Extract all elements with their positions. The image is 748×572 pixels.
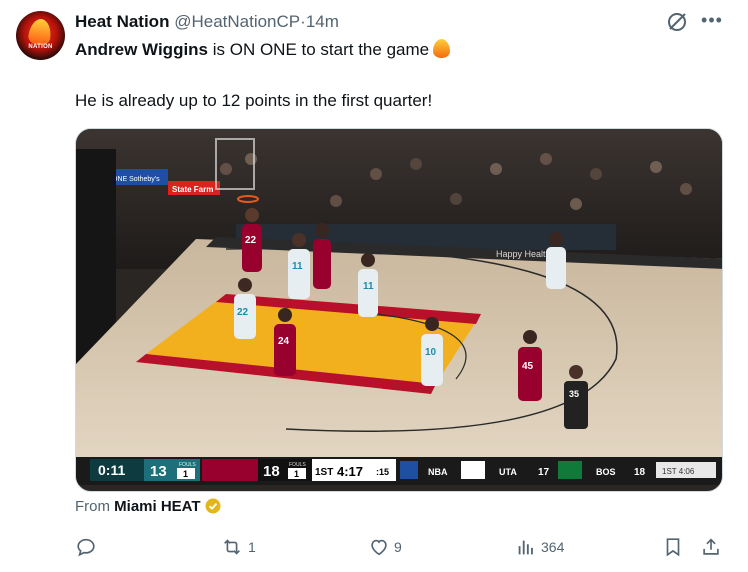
game-clock: 4:17: [337, 464, 363, 479]
author-name[interactable]: Heat Nation: [75, 12, 169, 31]
jersey-10-hornets: 10: [425, 347, 437, 358]
source-prefix: From: [75, 498, 115, 515]
away-fouls: 1: [294, 469, 299, 479]
bookmark-icon: [666, 538, 680, 557]
author-handle[interactable]: @HeatNationCP: [174, 12, 300, 31]
period: 1ST: [315, 467, 333, 478]
source-name[interactable]: Miami HEAT: [114, 498, 200, 515]
jersey-11-hornets-b: 11: [363, 281, 374, 292]
retweet-icon: [224, 539, 240, 555]
basketball-broadcast-frame: ONE Sotheby's State Farm Happy Health 22…: [76, 129, 722, 485]
share-icon: [703, 538, 719, 555]
bookmark-button[interactable]: [662, 534, 684, 558]
ad-board-statefarm-text: State Farm: [172, 185, 213, 194]
views-button[interactable]: 364: [515, 534, 564, 558]
more-options-icon[interactable]: •••: [700, 10, 724, 34]
other-game-away: UTA: [499, 467, 517, 477]
share-button[interactable]: [700, 534, 722, 558]
away-fouls-label: FOULS: [289, 462, 306, 468]
jersey-35-referee: 35: [569, 389, 579, 399]
mention-bold: Andrew Wiggins: [75, 40, 209, 59]
home-score: 13: [150, 463, 167, 480]
source-attribution: From Miami HEAT: [75, 498, 221, 515]
flame-logo-icon: [27, 17, 53, 47]
ad-board-sothebys-text: ONE Sotheby's: [112, 176, 160, 183]
tweet-text-rest: is ON ONE to start the game: [208, 40, 430, 59]
avatar-logo-text: NATION: [28, 44, 53, 50]
grok-icon[interactable]: [665, 10, 689, 34]
other-game-status: 1ST 4:06: [662, 467, 695, 476]
tweet-timestamp[interactable]: 14m: [306, 12, 339, 31]
views-count: 364: [541, 539, 565, 556]
verified-gold-badge-icon: [205, 498, 221, 514]
author-avatar[interactable]: NATION: [16, 11, 65, 60]
tweet-text-line-2: He is already up to 12 points in the fir…: [75, 91, 433, 110]
home-fouls-label: FOULS: [179, 462, 196, 468]
home-fouls: 1: [183, 469, 188, 479]
scoreboard-bug: 0:11 13 FOULS 1 18 FOULS 1 1ST 4:17 :15 …: [76, 457, 722, 485]
retweet-button[interactable]: 1: [220, 534, 256, 558]
network-label: NBA: [428, 467, 448, 477]
other-game-away-score: 17: [538, 467, 550, 478]
reply-button[interactable]: [75, 534, 101, 558]
like-button[interactable]: 9: [368, 534, 402, 558]
heart-icon: [371, 540, 387, 556]
jersey-45-heat: 45: [522, 361, 534, 372]
jersey-22-hornets: 22: [237, 307, 249, 318]
other-game-home-score: 18: [634, 467, 646, 478]
tweet-video[interactable]: ONE Sotheby's State Farm Happy Health 22…: [75, 128, 723, 492]
fire-emoji-icon: [433, 39, 451, 58]
reply-icon: [77, 539, 95, 557]
jersey-11-hornets: 11: [292, 261, 303, 272]
shot-clock: 0:11: [98, 462, 125, 478]
retweet-count: 1: [248, 539, 256, 556]
tweet-text-line-1: Andrew Wiggins is ON ONE to start the ga…: [75, 39, 451, 61]
like-count: 9: [394, 539, 402, 556]
tweet-header: Heat Nation @HeatNationCP·14m: [75, 12, 339, 32]
other-game-home: BOS: [596, 467, 616, 477]
baseline-sign-text: Happy Health: [496, 249, 551, 259]
jersey-24-heat: 24: [278, 336, 290, 347]
shot-remaining: :15: [376, 467, 389, 477]
jersey-22-heat: 22: [245, 235, 257, 246]
views-chart-icon: [518, 540, 533, 555]
away-score: 18: [263, 463, 280, 480]
